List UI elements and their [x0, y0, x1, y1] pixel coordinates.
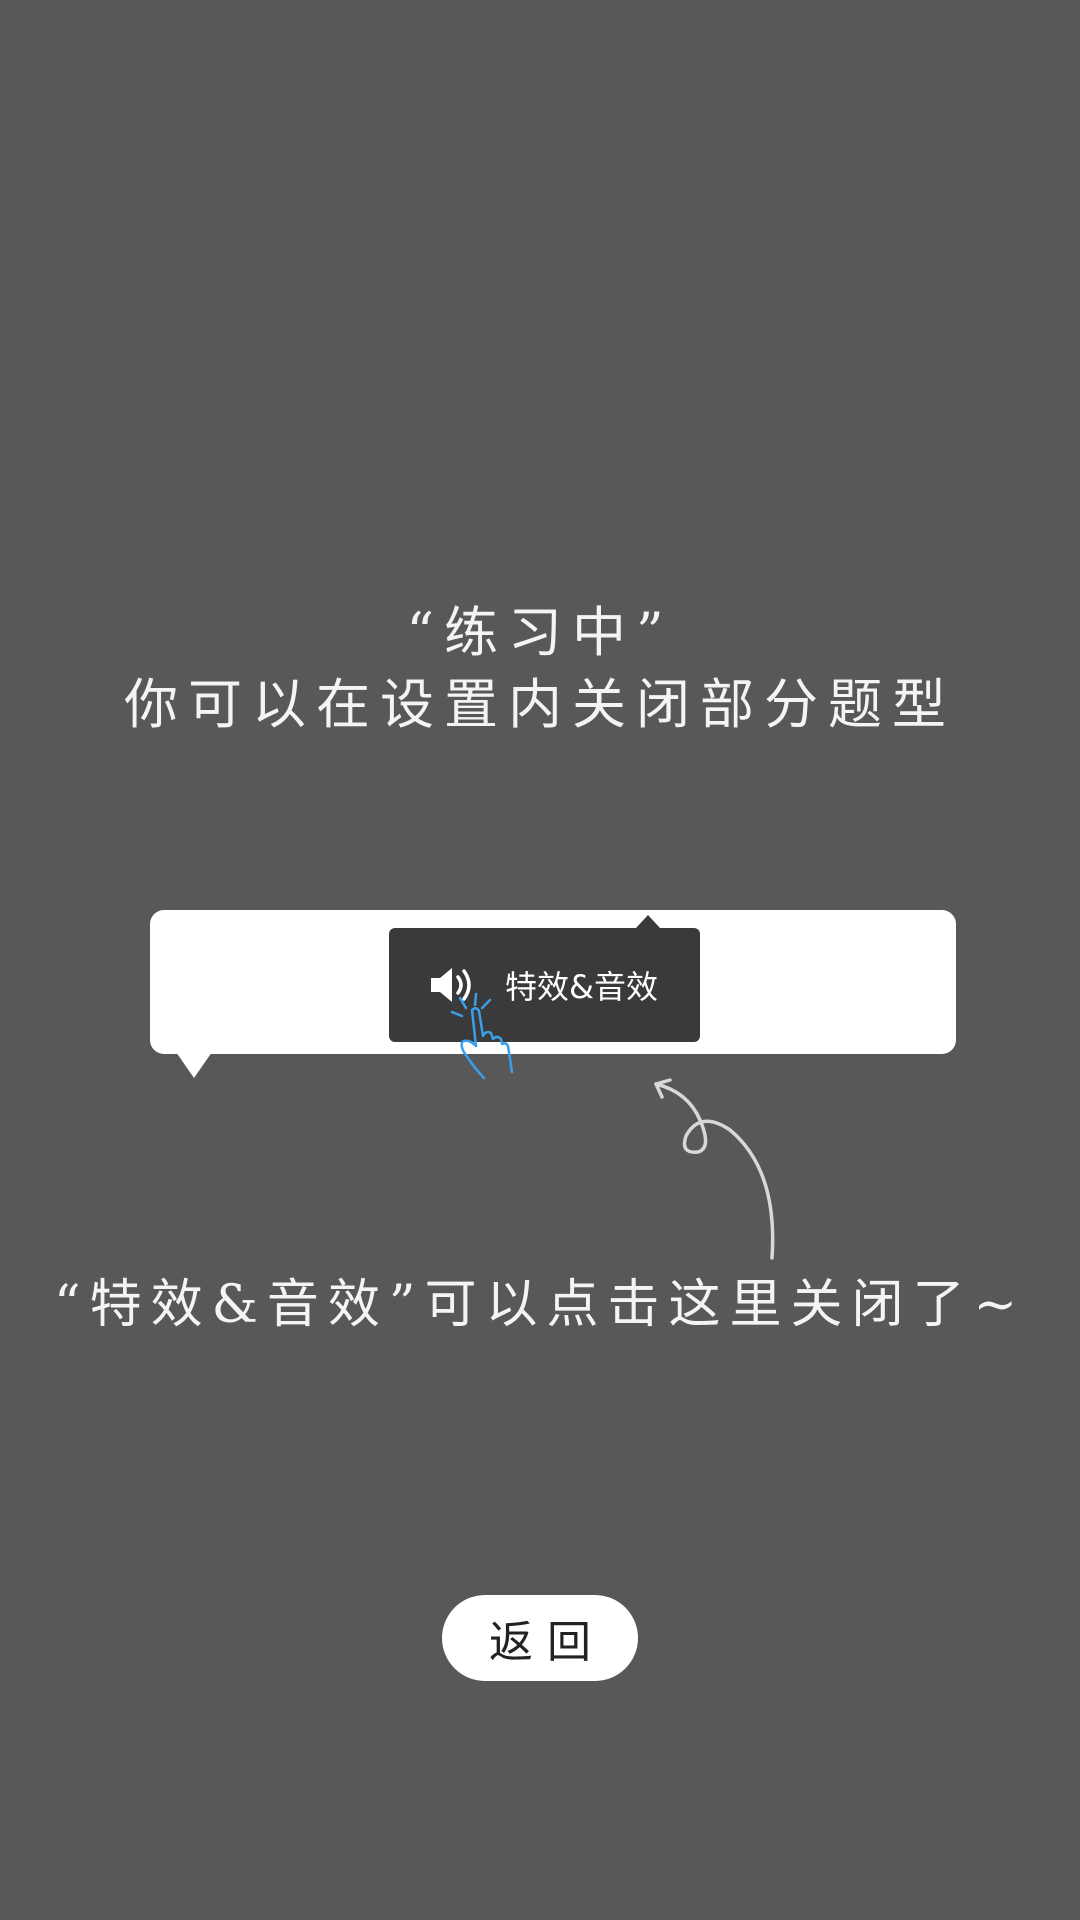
guide-hint-text: “特效&音效”可以点击这里关闭了~: [53, 1275, 1027, 1335]
guide-title-line-1: “练习中”: [406, 601, 674, 664]
effects-button-pointer: [636, 915, 660, 928]
guide-title-line-2: 你可以在设置内关闭部分题型: [124, 673, 956, 736]
guide-overlay: “练习中” 你可以在设置内关闭部分题型 特效&音效 “特效&音效”可以点击这里关…: [0, 0, 1080, 1920]
back-button[interactable]: 返回: [442, 1595, 638, 1681]
settings-card-tail: [176, 1052, 212, 1078]
tap-hand-icon: [450, 992, 514, 1080]
curved-arrow-icon: [654, 1078, 775, 1260]
effects-sound-button[interactable]: 特效&音效: [389, 928, 700, 1042]
